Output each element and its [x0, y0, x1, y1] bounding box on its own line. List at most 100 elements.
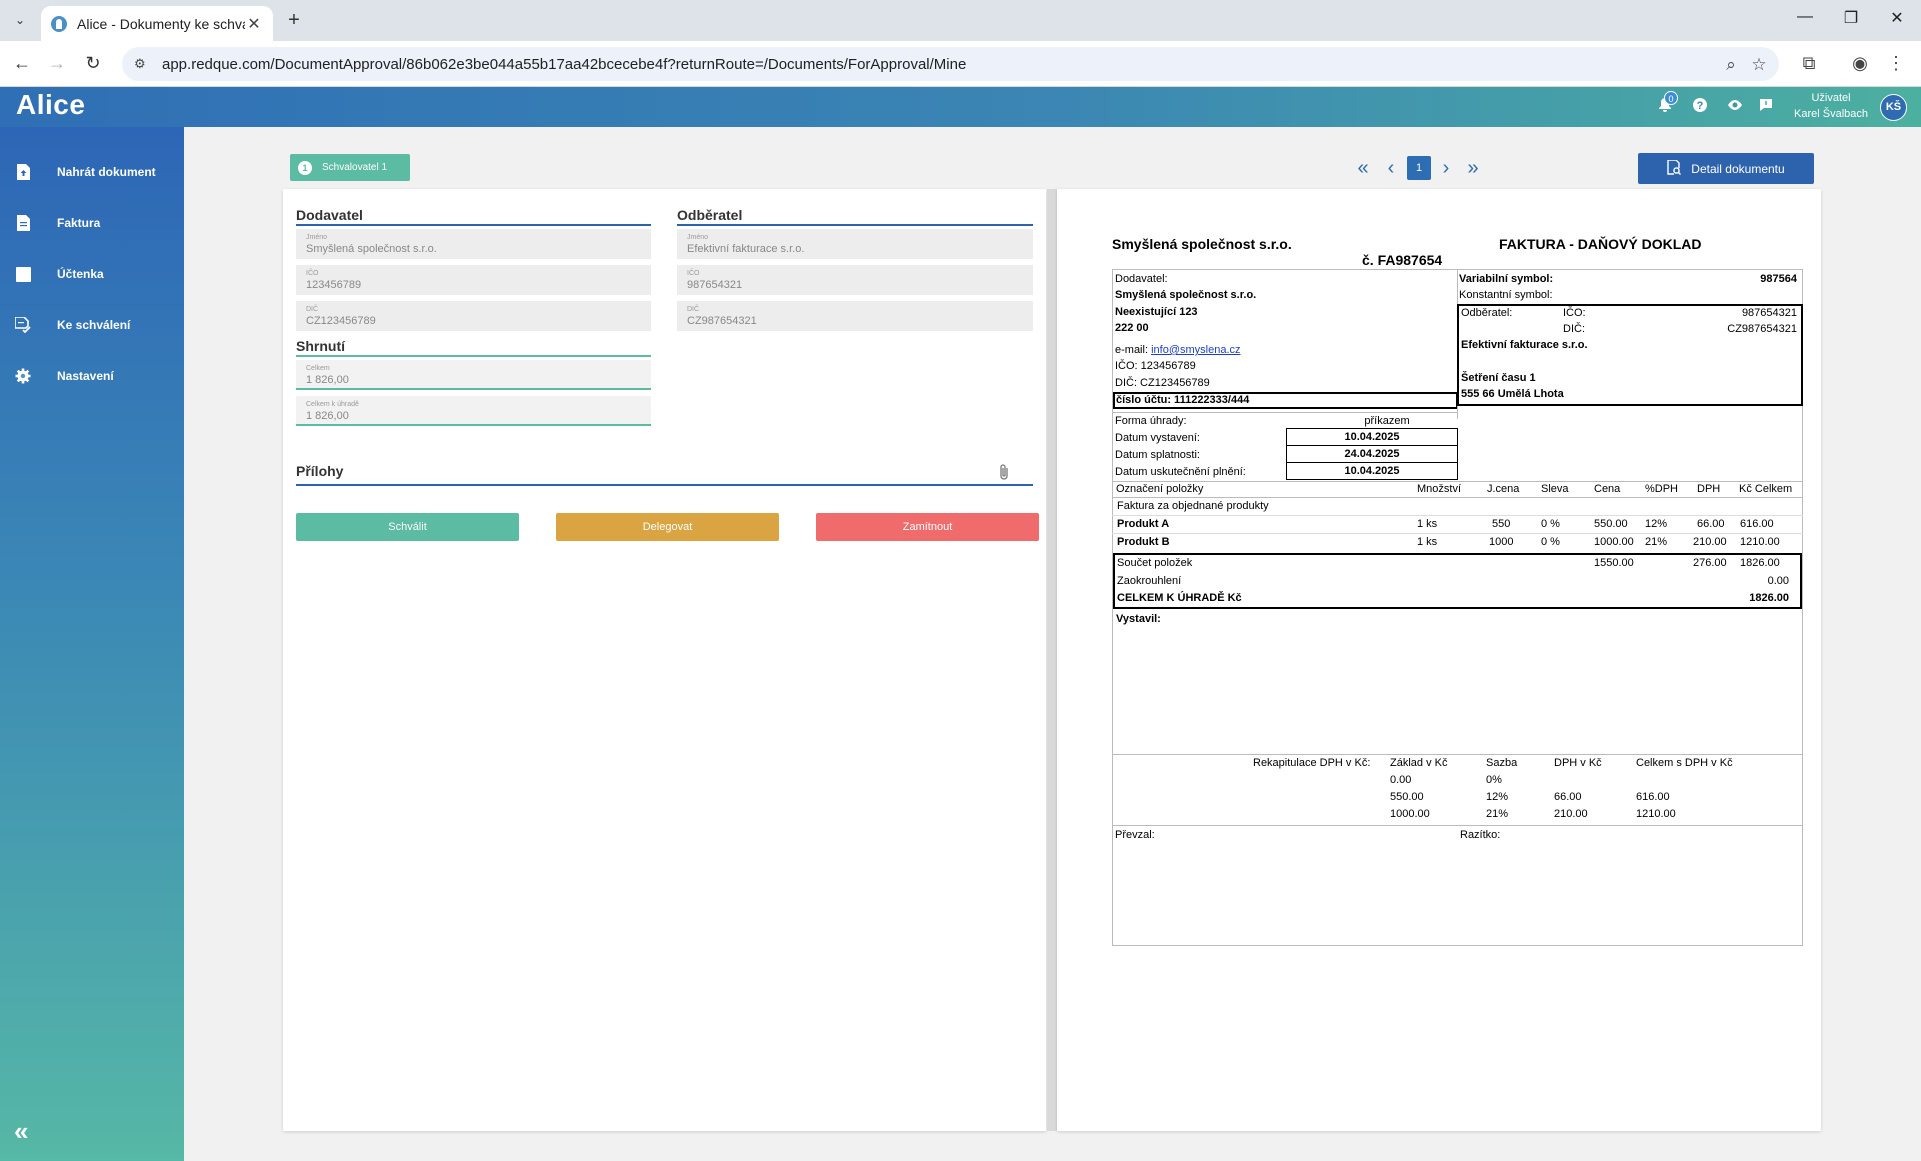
tab-search-icon[interactable]: ⌄	[8, 8, 32, 32]
supplier-dic-field[interactable]: DIČ CZ123456789	[296, 301, 651, 331]
supplier-divider	[296, 224, 651, 226]
sidebar-item-label: Nahrát dokument	[57, 165, 156, 179]
attachments-divider	[296, 484, 1033, 486]
next-page-icon[interactable]: ›	[1435, 156, 1457, 180]
attach-paperclip-icon[interactable]	[998, 463, 1010, 486]
back-icon[interactable]: ←	[10, 53, 34, 74]
document-search-icon	[1667, 158, 1682, 178]
site-info-icon[interactable]: ⚙	[134, 56, 150, 72]
supplier-zip: 222 00	[1115, 322, 1149, 334]
invoice-number: č. FA987654	[1362, 252, 1443, 268]
recap-rate: 0%	[1486, 774, 1502, 786]
supplier-dic: DIČ: CZ123456789	[1115, 377, 1210, 389]
col-discount: Sleva	[1541, 483, 1569, 495]
reload-icon[interactable]: ↻	[81, 53, 105, 74]
item-total: 616.00	[1740, 518, 1774, 530]
col-total: Kč Celkem	[1739, 483, 1793, 495]
supply-date-label: Datum uskutečnění plnění:	[1115, 466, 1246, 478]
feedback-icon[interactable]	[1756, 97, 1776, 117]
summary-to-pay-field[interactable]: Celkem k úhradě 1 826,00	[296, 396, 651, 426]
recap-base: 1000.00	[1390, 808, 1430, 820]
email-label: e-mail:	[1115, 344, 1149, 356]
customer-city: 555 66 Umělá Lhota	[1461, 388, 1564, 400]
browser-menu-icon[interactable]: ⋮	[1884, 53, 1908, 74]
item-name: Produkt A	[1117, 518, 1170, 530]
last-page-icon[interactable]: »	[1462, 156, 1484, 180]
recap-rate: 12%	[1486, 791, 1509, 803]
sidebar-item-upload[interactable]: Nahrát dokument	[0, 152, 184, 192]
supplier-name-field[interactable]: Jméno Smyšlená společnost s.r.o.	[296, 229, 651, 259]
field-label: Jméno	[306, 234, 328, 241]
first-page-icon[interactable]: «	[1352, 156, 1374, 180]
customer-label: Odběratel:	[1461, 307, 1513, 319]
sidebar: Nahrát dokument Faktura Účtenka Ke schvá…	[0, 127, 184, 1161]
supplier-section-title: Dodavatel	[296, 207, 363, 223]
approve-button[interactable]: Schválit	[296, 513, 519, 541]
app-logo[interactable]: Alice	[16, 89, 85, 121]
row-divider	[1112, 825, 1803, 826]
supplier-ico-field[interactable]: IČO 123456789	[296, 265, 651, 295]
customer-name: Efektivní fakturace s.r.o.	[1461, 339, 1588, 351]
forward-icon[interactable]: →	[45, 53, 69, 74]
new-tab-icon[interactable]: +	[283, 9, 305, 32]
approver-step-chip[interactable]: 1 Schvalovatel 1	[290, 154, 410, 181]
const-symbol-label: Konstantní symbol:	[1459, 289, 1553, 301]
email-link[interactable]: info@smyslena.cz	[1151, 344, 1240, 356]
extensions-icon[interactable]: ⧉	[1797, 53, 1821, 74]
item-vat-rate: 21%	[1645, 536, 1668, 548]
summary-total-field[interactable]: Celkem 1 826,00	[296, 360, 651, 390]
customer-dic-field[interactable]: DIČ CZ987654321	[677, 301, 1033, 331]
preview-eye-icon[interactable]	[1725, 97, 1745, 117]
summary-section-title: Shrnutí	[296, 338, 345, 354]
document-detail-button[interactable]: Detail dokumentu	[1638, 153, 1814, 184]
reject-button[interactable]: Zamítnout	[816, 513, 1039, 541]
customer-dic: CZ987654321	[1727, 323, 1797, 335]
url-field[interactable]: ⚙ app.redque.com/DocumentApproval/86b062…	[122, 47, 1779, 81]
col-vat: DPH	[1697, 483, 1721, 495]
customer-section-title: Odběratel	[677, 207, 743, 223]
summary-divider	[296, 355, 651, 357]
customer-name-field[interactable]: Jméno Efektivní fakturace s.r.o.	[677, 229, 1033, 259]
row-divider	[1286, 445, 1458, 446]
customer-divider	[677, 224, 1033, 226]
supplier-street: Neexistující 123	[1115, 306, 1198, 318]
invoice-preview-panel: Smyšlená společnost s.r.o. FAKTURA - DAŇ…	[1057, 189, 1821, 1131]
delegate-button[interactable]: Delegovat	[556, 513, 779, 541]
user-info[interactable]: Uživatel Karel Švalbach	[1788, 90, 1874, 122]
minimize-icon[interactable]: —	[1793, 8, 1817, 26]
item-discount: 0 %	[1541, 518, 1560, 530]
row-divider	[1112, 497, 1803, 498]
prev-page-icon[interactable]: ‹	[1380, 156, 1402, 180]
due-date: 24.04.2025	[1344, 448, 1400, 460]
sidebar-item-receipt[interactable]: Účtenka	[0, 254, 184, 294]
approver-step-label: Schvalovatel 1	[322, 162, 388, 173]
invoice-company: Smyšlená společnost s.r.o.	[1112, 236, 1292, 252]
zoom-icon[interactable]: ⌕	[1720, 55, 1742, 75]
supplier-name: Smyšlená společnost s.r.o.	[1115, 289, 1257, 301]
tab-close-icon[interactable]: ✕	[245, 14, 263, 34]
notification-count-badge: 0	[1664, 91, 1678, 105]
browser-tab[interactable]: Alice - Dokumenty ke schválení ✕	[41, 6, 273, 41]
sum-price: 1550.00	[1594, 557, 1634, 569]
sidebar-item-settings[interactable]: Nastavení	[0, 356, 184, 396]
grand-total-label: CELKEM K ÚHRADĚ Kč	[1117, 592, 1242, 604]
bookmark-star-icon[interactable]: ☆	[1748, 55, 1770, 75]
sidebar-item-for-approval[interactable]: Ke schválení	[0, 305, 184, 345]
avatar[interactable]: KŠ	[1880, 94, 1907, 121]
item-unit: 1000	[1489, 536, 1514, 548]
current-page-button[interactable]: 1	[1407, 156, 1431, 180]
close-window-icon[interactable]: ✕	[1885, 8, 1909, 28]
customer-street: Šetření času 1	[1461, 372, 1536, 384]
restore-icon[interactable]: ❐	[1839, 8, 1863, 28]
customer-ico-field[interactable]: IČO 987654321	[677, 265, 1033, 295]
profile-icon[interactable]: ◉	[1848, 53, 1872, 74]
sidebar-item-invoice[interactable]: Faktura	[0, 203, 184, 243]
panel-splitter[interactable]	[1047, 189, 1057, 1131]
help-icon[interactable]: ?	[1690, 97, 1710, 117]
collapse-sidebar-icon[interactable]: «	[14, 1116, 28, 1147]
stamp-label: Razítko:	[1460, 829, 1501, 841]
upload-document-icon	[15, 164, 31, 180]
field-value: CZ987654321	[687, 315, 757, 327]
item-vat: 66.00	[1697, 518, 1725, 530]
recap-base: 0.00	[1390, 774, 1412, 786]
